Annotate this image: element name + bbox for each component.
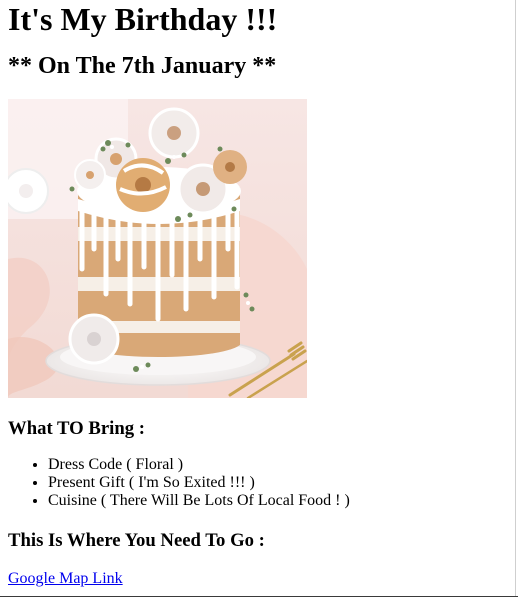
list-item: Cuisine ( There Will Be Lots Of Local Fo… [48, 492, 515, 510]
google-map-link[interactable]: Google Map Link [8, 570, 123, 588]
cake-image [8, 99, 307, 398]
bring-list: Dress Code ( Floral ) Present Gift ( I'm… [8, 456, 515, 510]
date-heading: ** On The 7th January ** [8, 53, 277, 79]
page-body: It's My Birthday !!! ** On The 7th Janua… [0, 0, 516, 596]
bring-heading: What TO Bring : [8, 418, 146, 439]
location-heading: This Is Where You Need To Go : [8, 530, 265, 551]
window-bottom-border [0, 596, 518, 597]
cake-illustration [8, 99, 307, 398]
list-item: Present Gift ( I'm So Exited !!! ) [48, 474, 515, 492]
page-title: It's My Birthday !!! [8, 1, 278, 37]
list-item: Dress Code ( Floral ) [48, 456, 515, 474]
